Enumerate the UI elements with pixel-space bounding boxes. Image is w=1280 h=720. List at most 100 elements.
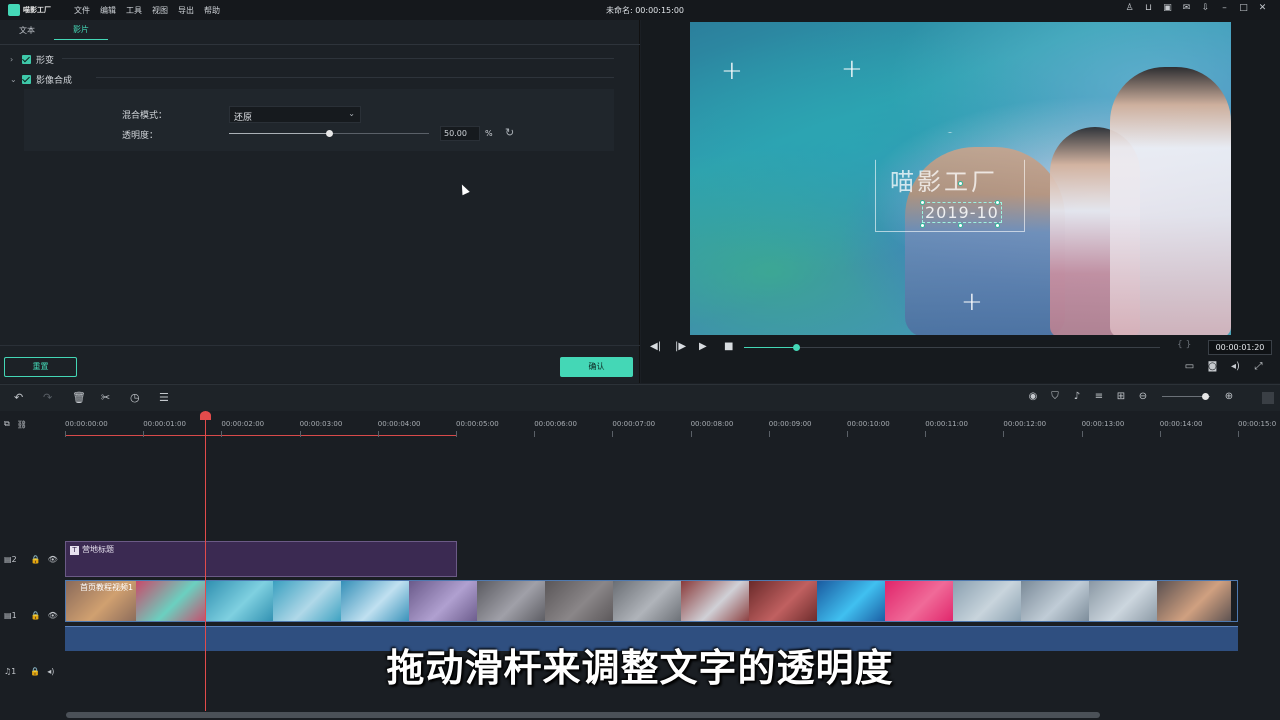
window-controls: ♙ ⊔ ▣ ✉ ⇩ – □ ✕ [1120,3,1272,13]
timeline-zoom-slider[interactable] [1162,393,1210,400]
play-step-icon[interactable]: |▶ [675,341,686,352]
ruler-tick-label: 00:00:00:00 [65,420,108,428]
maximize-icon[interactable]: □ [1234,3,1253,13]
title-clip[interactable]: T 营地标题 [65,541,457,577]
eye-icon[interactable]: 👁 [48,611,58,620]
video-clip[interactable] [65,580,1238,622]
tab-video[interactable]: 影片 [54,24,108,40]
timeline-toolbar: ↶ ↷ 🗑 ✂ ◷ ☰ ◉ ⛉ ♪ ≡ ⊞ ⊖ ⊕ [0,384,1280,411]
eye-icon[interactable]: 👁 [48,555,58,564]
opacity-slider-fill [229,133,329,134]
adjust-icon[interactable]: ☰ [159,391,188,404]
edit-tools: ↶ ↷ 🗑 ✂ ◷ ☰ [14,391,188,404]
lock-icon[interactable]: 🔒 [31,555,41,564]
watermark-text: 喵影工厂 [890,168,998,196]
split-screen-icon[interactable]: ⊞ [1110,391,1132,402]
property-tabs: 文本 影片 [0,20,639,40]
video-thumbnail [409,581,477,621]
opacity-label: 透明度： [122,131,159,141]
download-icon[interactable]: ⇩ [1196,3,1215,13]
zoom-slider-thumb[interactable] [1202,393,1209,400]
video-clip-label: 首页教程视频1 [80,583,134,592]
blend-mode-label: 混合模式： [122,111,168,121]
ruler-tick-label: 00:00:14:00 [1159,420,1203,428]
grid-icon[interactable] [1262,392,1274,404]
opacity-slider-thumb[interactable] [326,130,333,137]
display-settings-icon[interactable]: ▭ [1178,361,1201,372]
cut-icon[interactable]: ✂ [101,391,130,404]
ruler-tick-label: 00:00:02:00 [221,420,265,428]
fullscreen-icon[interactable]: ⤢ [1247,361,1270,372]
ruler-tick-label: 00:00:01:00 [143,420,186,428]
section-transform[interactable]: › 形变 [10,52,54,66]
compositing-checkbox[interactable] [22,74,31,84]
ruler-tick-label: 00:00:05:00 [456,420,499,428]
user-icon[interactable]: ♙ [1120,3,1139,13]
ok-button[interactable]: 确认 [560,357,633,377]
stop-icon[interactable]: ■ [724,341,733,352]
rotate-handle[interactable] [958,181,963,186]
chevron-right-icon[interactable]: › [10,55,22,64]
redo-icon[interactable]: ↷ [43,391,72,404]
play-icon[interactable]: ▶ [699,341,707,352]
opacity-input[interactable]: 50.00 [440,126,480,141]
resize-handle[interactable] [958,223,963,228]
resize-handle[interactable] [920,200,925,205]
chevron-down-icon[interactable]: ⌄ [10,75,22,84]
tab-text[interactable]: 文本 [0,25,54,40]
ruler-tick-label: 00:00:10:00 [847,420,890,428]
video-preview[interactable]: + + + 喵影工厂 2019-10 [690,22,1231,335]
zoom-out-icon[interactable]: ⊖ [1132,391,1154,402]
minimize-icon[interactable]: – [1215,3,1234,13]
render-icon[interactable]: ◉ [1022,391,1044,402]
in-out-marker-icon[interactable]: { } [1177,340,1191,350]
resize-handle[interactable] [995,223,1000,228]
ruler-tick [847,431,848,437]
add-track-icon[interactable]: ⧉ [4,419,10,429]
section-compositing[interactable]: ⌄ 影像合成 [10,72,72,86]
reset-opacity-icon[interactable]: ↻ [505,126,514,139]
render-range-bar [65,435,457,436]
save-icon[interactable]: ▣ [1158,3,1177,13]
playhead-handle[interactable] [200,411,211,420]
cart-icon[interactable]: ⊔ [1139,3,1158,13]
resize-handle[interactable] [920,223,925,228]
undo-icon[interactable]: ↶ [14,391,43,404]
snapshot-icon[interactable]: ◙ [1201,361,1224,372]
audio-mixer-icon[interactable]: ≡ [1088,391,1110,402]
ruler-tick [456,431,457,437]
close-icon[interactable]: ✕ [1253,3,1272,13]
delete-icon[interactable]: 🗑 [72,391,101,404]
ruler-tick [299,431,301,437]
video-thumbnail [341,581,409,621]
mail-icon[interactable]: ✉ [1177,3,1196,13]
speed-icon[interactable]: ◷ [130,391,159,404]
watermark-year[interactable]: 2019-10 [922,202,1002,223]
prev-frame-icon[interactable]: ◀| [650,341,661,352]
transform-checkbox[interactable] [22,54,31,64]
time-ruler[interactable]: 00:00:00:00 00:00:01:00 00:00:02:00 00:00:0… [65,411,1280,437]
ruler-tick-label: 00:00:06:00 [534,420,577,428]
timecode-display: 00:00:01:20 [1208,340,1272,355]
playback-progress[interactable] [744,344,1160,351]
ruler-tick [1003,431,1005,437]
ruler-tick [534,431,536,437]
link-icon[interactable]: ⛓ [17,420,27,429]
marker-icon[interactable]: ⛉ [1044,391,1066,402]
lock-icon[interactable]: 🔒 [31,611,41,620]
zoom-in-icon[interactable]: ⊕ [1218,391,1240,402]
opacity-slider[interactable] [229,130,429,137]
timeline-scrollbar[interactable] [66,712,1100,718]
timeline: ⧉ ⛓ ▤2 🔒 👁 ▤1 🔒 👁 ♫1 🔒 ◂) 00:00:00:00 00:… [0,411,1280,720]
video-thumbnail [613,581,681,621]
ruler-tick [768,431,770,437]
section-transform-label: 形变 [36,55,55,66]
playback-progress-thumb[interactable] [793,344,800,351]
video-thumbnail [1157,581,1231,621]
resize-handle[interactable] [995,200,1000,205]
reset-button[interactable]: 重置 [4,357,77,377]
blend-mode-select[interactable]: 还原 ⌄ [229,106,361,123]
chevron-down-icon: ⌄ [348,109,355,118]
microphone-icon[interactable]: ♪ [1066,391,1088,402]
volume-icon[interactable]: ◂) [1224,361,1247,372]
